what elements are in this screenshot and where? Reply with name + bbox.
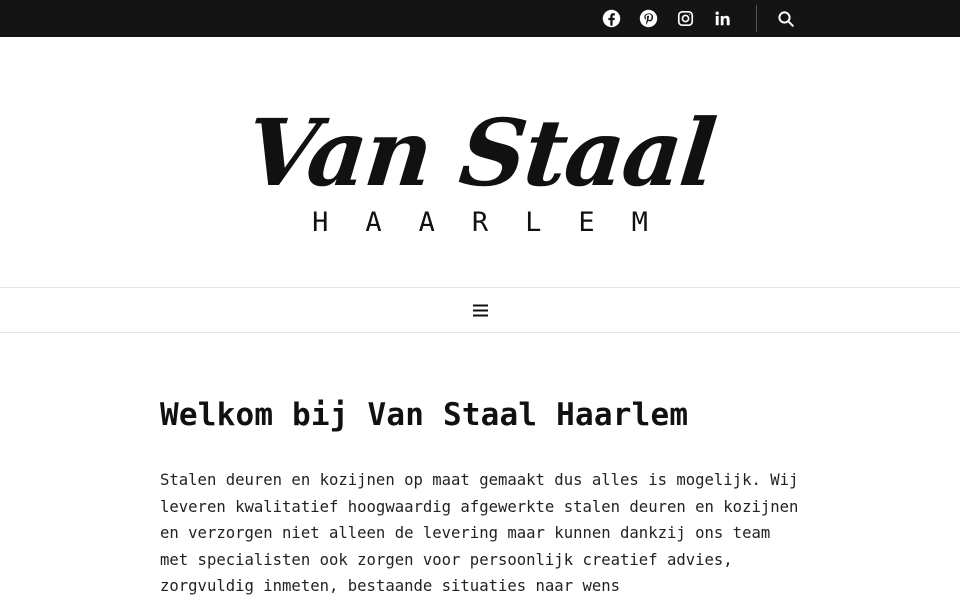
search-icon	[778, 11, 794, 27]
instagram-icon[interactable]	[674, 8, 696, 30]
hamburger-icon	[472, 304, 488, 316]
intro-paragraph: Stalen deuren en kozijnen op maat gemaak…	[160, 471, 799, 595]
topbar-divider	[756, 5, 757, 32]
main-navigation	[0, 287, 960, 333]
social-links	[600, 0, 748, 37]
site-logo[interactable]: Van Staal HAARLEM	[0, 99, 960, 238]
search-button[interactable]	[775, 8, 797, 30]
logo-wordmark: Van Staal	[241, 99, 719, 207]
page-title: Welkom bij Van Staal Haarlem	[160, 397, 689, 433]
pinterest-icon[interactable]	[637, 8, 659, 30]
site-branding: Van Staal HAARLEM	[0, 37, 960, 287]
page-content: Welkom bij Van Staal Haarlem Stalen deur…	[0, 333, 800, 600]
top-bar	[0, 0, 960, 37]
linkedin-icon[interactable]	[711, 8, 733, 30]
facebook-icon[interactable]	[600, 8, 622, 30]
menu-toggle-button[interactable]	[469, 299, 491, 321]
logo-subtitle: HAARLEM	[312, 207, 685, 238]
